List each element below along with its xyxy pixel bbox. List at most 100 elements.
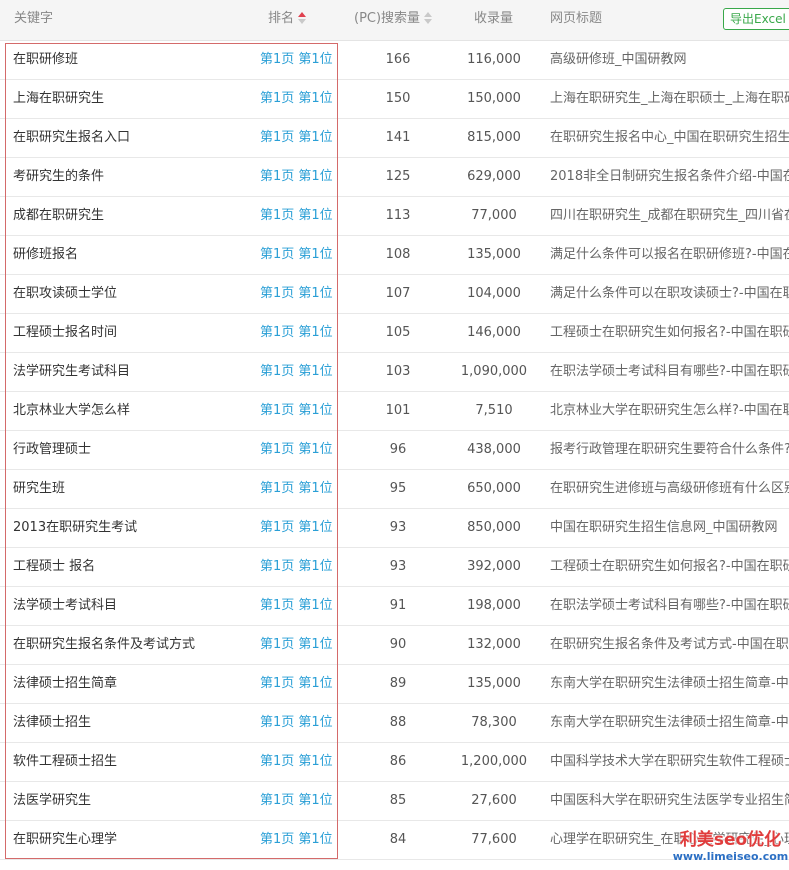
page-title-link[interactable]: 满足什么条件可以报名在职研修班?-中国在 [550,236,789,274]
search-volume-cell: 93 [389,559,407,574]
page-title-link[interactable]: 在职研究生进修班与高级研修班有什么区别 [550,470,789,508]
indexed-count-cell: 150,000 [467,91,521,106]
search-volume-cell: 95 [389,481,407,496]
rank-link[interactable]: 第1页 第1位 [260,743,333,781]
indexed-count-cell: 850,000 [467,520,521,535]
table-row: 法学硕士考试科目 第1页 第1位 91 198,000 在职法学硕士考试科目有哪些?-中… [0,587,789,626]
header-volume-sortable[interactable]: (PC)搜索量 [354,0,433,38]
page-title-link[interactable]: 在职法学硕士考试科目有哪些?-中国在职研 [550,353,789,391]
indexed-count-cell: 1,090,000 [460,364,528,379]
rank-link[interactable]: 第1页 第1位 [260,587,333,625]
page-title-link[interactable]: 2018非全日制研究生报名条件介绍-中国在职 [550,158,789,196]
page-title-link[interactable]: 东南大学在职研究生法律硕士招生简章-中国 [550,665,789,703]
keyword-cell: 考研究生的条件 [13,169,105,184]
keyword-cell: 法律硕士招生简章 [13,676,118,691]
page-title-link[interactable]: 心理学在职研究生_在职心理学研究生_心理学 [550,821,789,859]
indexed-count-cell: 132,000 [467,637,521,652]
table-row: 研修班报名 第1页 第1位 108 135,000 满足什么条件可以报名在职研修班?-中… [0,236,789,275]
indexed-count-cell: 135,000 [467,247,521,262]
rank-link[interactable]: 第1页 第1位 [260,392,333,430]
rank-link[interactable]: 第1页 第1位 [260,353,333,391]
rank-link[interactable]: 第1页 第1位 [260,704,333,742]
page-title-link[interactable]: 在职法学硕士考试科目有哪些?-中国在职研 [550,587,789,625]
sort-icon[interactable] [424,11,433,24]
page-title-link[interactable]: 满足什么条件可以在职攻读硕士?-中国在职 [550,275,789,313]
rank-link[interactable]: 第1页 第1位 [260,626,333,664]
header-page-title: 网页标题 [550,11,603,26]
table-row: 软件工程硕士招生 第1页 第1位 86 1,200,000 中国科学技术大学在职研究生软… [0,743,789,782]
indexed-count-cell: 629,000 [467,169,521,184]
indexed-count-cell: 392,000 [467,559,521,574]
rank-link[interactable]: 第1页 第1位 [260,509,333,547]
table-row: 北京林业大学怎么样 第1页 第1位 101 7,510 北京林业大学在职研究生怎么样?-… [0,392,789,431]
page-title-link[interactable]: 中国医科大学在职研究生法医学专业招生简 [550,782,789,820]
indexed-count-cell: 116,000 [467,52,521,67]
export-excel-button[interactable]: 导出Excel [723,8,789,30]
table-row: 研究生班 第1页 第1位 95 650,000 在职研究生进修班与高级研修班有什么区别 [0,470,789,509]
rank-link[interactable]: 第1页 第1位 [260,41,333,79]
search-volume-cell: 93 [389,520,407,535]
sort-asc-icon[interactable] [298,11,307,24]
header-rank-label: 排名 [268,11,295,26]
table-row: 在职研修班 第1页 第1位 166 116,000 高级研修班_中国研教网 [0,41,789,80]
rank-link[interactable]: 第1页 第1位 [260,431,333,469]
search-volume-cell: 101 [385,403,411,418]
search-volume-cell: 166 [385,52,411,67]
rank-link[interactable]: 第1页 第1位 [260,158,333,196]
page-title-link[interactable]: 在职研究生报名中心_中国在职研究生招生信 [550,119,789,157]
keyword-cell: 在职研究生报名入口 [13,130,131,145]
keyword-cell: 工程硕士 报名 [13,559,96,574]
rank-link[interactable]: 第1页 第1位 [260,119,333,157]
search-volume-cell: 91 [389,598,407,613]
keyword-cell: 软件工程硕士招生 [13,754,118,769]
search-volume-cell: 150 [385,91,411,106]
header-rank-sortable[interactable]: 排名 [268,0,307,38]
search-volume-cell: 105 [385,325,411,340]
rank-link[interactable]: 第1页 第1位 [260,80,333,118]
rank-link[interactable]: 第1页 第1位 [260,275,333,313]
keyword-cell: 法医学研究生 [13,793,92,808]
page-title-link[interactable]: 北京林业大学在职研究生怎么样?-中国在职 [550,392,789,430]
keyword-cell: 在职研究生报名条件及考试方式 [13,637,196,652]
page-title-link[interactable]: 中国在职研究生招生信息网_中国研教网 [550,509,789,547]
page-title-link[interactable]: 工程硕士在职研究生如何报名?-中国在职研 [550,548,789,586]
keyword-ranking-table: 关键字 排名 (PC)搜索量 收录量 网页标题 导出Excel 在职研修班 第1页… [0,0,789,860]
page-title-link[interactable]: 高级研修班_中国研教网 [550,41,789,79]
table-row: 行政管理硕士 第1页 第1位 96 438,000 报考行政管理在职研究生要符合什么条件… [0,431,789,470]
page-title-link[interactable]: 上海在职研究生_上海在职硕士_上海在职研 [550,80,789,118]
table-row: 在职研究生报名入口 第1页 第1位 141 815,000 在职研究生报名中心_中国在职… [0,119,789,158]
keyword-cell: 法律硕士招生 [13,715,92,730]
table-row: 考研究生的条件 第1页 第1位 125 629,000 2018非全日制研究生报名条件介… [0,158,789,197]
search-volume-cell: 86 [389,754,407,769]
rank-link[interactable]: 第1页 第1位 [260,821,333,859]
page-title-link[interactable]: 四川在职研究生_成都在职研究生_四川省在 [550,197,789,235]
keyword-cell: 研究生班 [13,481,66,496]
page-title-link[interactable]: 报考行政管理在职研究生要符合什么条件?- [550,431,789,469]
rank-link[interactable]: 第1页 第1位 [260,548,333,586]
page-title-link[interactable]: 东南大学在职研究生法律硕士招生简章-中国 [550,704,789,742]
rank-link[interactable]: 第1页 第1位 [260,197,333,235]
indexed-count-cell: 7,510 [475,403,513,418]
page-title-link[interactable]: 中国科学技术大学在职研究生软件工程硕士 [550,743,789,781]
keyword-cell: 成都在职研究生 [13,208,105,223]
search-volume-cell: 90 [389,637,407,652]
indexed-count-cell: 104,000 [467,286,521,301]
indexed-count-cell: 27,600 [471,793,517,808]
table-row: 法医学研究生 第1页 第1位 85 27,600 中国医科大学在职研究生法医学专业招生简 [0,782,789,821]
page-title-link[interactable]: 工程硕士在职研究生如何报名?-中国在职研 [550,314,789,352]
rank-link[interactable]: 第1页 第1位 [260,314,333,352]
rank-link[interactable]: 第1页 第1位 [260,665,333,703]
search-volume-cell: 85 [389,793,407,808]
page-title-link[interactable]: 在职研究生报名条件及考试方式-中国在职研 [550,626,789,664]
table-row: 法律硕士招生简章 第1页 第1位 89 135,000 东南大学在职研究生法律硕士招生简… [0,665,789,704]
table-row: 工程硕士报名时间 第1页 第1位 105 146,000 工程硕士在职研究生如何报名?-… [0,314,789,353]
table-row: 成都在职研究生 第1页 第1位 113 77,000 四川在职研究生_成都在职研究生_四… [0,197,789,236]
search-volume-cell: 89 [389,676,407,691]
rank-link[interactable]: 第1页 第1位 [260,782,333,820]
rank-link[interactable]: 第1页 第1位 [260,236,333,274]
indexed-count-cell: 650,000 [467,481,521,496]
keyword-cell: 北京林业大学怎么样 [13,403,131,418]
table-row: 法学研究生考试科目 第1页 第1位 103 1,090,000 在职法学硕士考试科目有哪… [0,353,789,392]
rank-link[interactable]: 第1页 第1位 [260,470,333,508]
search-volume-cell: 107 [385,286,411,301]
